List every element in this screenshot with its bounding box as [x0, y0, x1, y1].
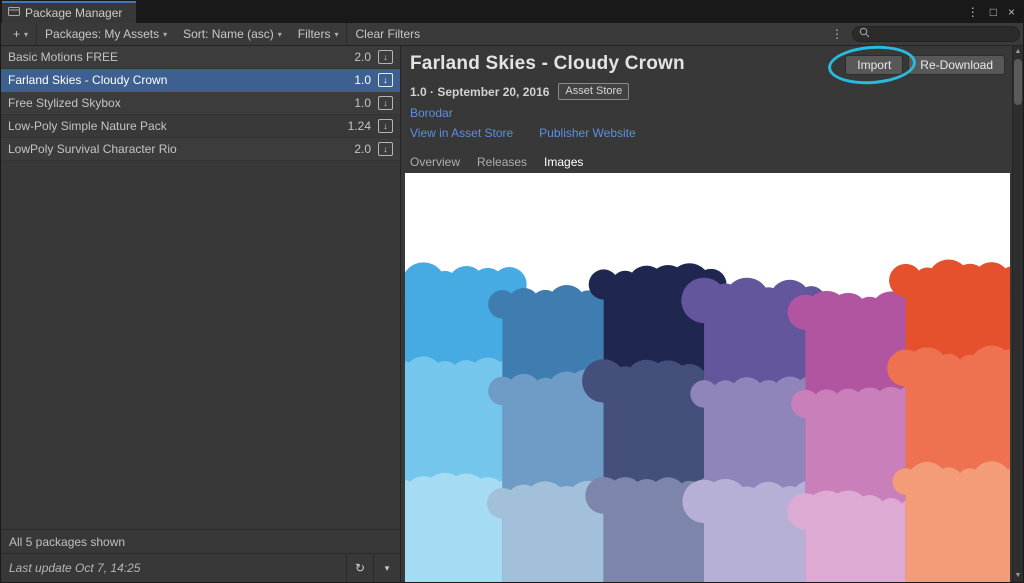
window-controls: ⋮ □ ×: [967, 1, 1023, 23]
publisher-row: Borodar: [410, 106, 1004, 120]
import-button[interactable]: Import: [845, 55, 904, 75]
refresh-options-button[interactable]: ▾: [373, 554, 400, 582]
package-name: Farland Skies - Cloudy Crown: [8, 73, 168, 87]
package-version: 2.0: [354, 50, 371, 64]
packages-filter-label: Packages: My Assets: [45, 27, 160, 41]
chevron-down-icon: ▾: [277, 29, 282, 39]
clear-filters-label: Clear Filters: [355, 27, 421, 41]
tab-overview[interactable]: Overview: [410, 155, 460, 175]
search-input[interactable]: [874, 28, 1016, 40]
window-tab-icon: [8, 6, 20, 20]
chevron-down-icon: ▾: [384, 562, 390, 573]
package-manager-tab[interactable]: Package Manager: [2, 1, 137, 23]
version-row: 1.0 · September 20, 2016 Asset Store: [410, 83, 1004, 100]
chevron-down-icon: ▾: [334, 29, 339, 39]
clear-filters-button[interactable]: Clear Filters: [347, 23, 428, 45]
list-item[interactable]: Free Stylized Skybox 1.0 ↓: [1, 92, 400, 115]
package-version: 1.0: [354, 73, 371, 87]
preview-image: [405, 173, 1010, 582]
list-item[interactable]: LowPoly Survival Character Rio 2.0 ↓: [1, 138, 400, 161]
download-icon[interactable]: ↓: [378, 142, 393, 156]
publisher-link[interactable]: Borodar: [410, 106, 453, 120]
package-name: Low-Poly Simple Nature Pack: [8, 119, 167, 133]
sort-dropdown[interactable]: Sort: Name (asc) ▾: [175, 23, 290, 45]
package-name: LowPoly Survival Character Rio: [8, 142, 177, 156]
list-item[interactable]: Low-Poly Simple Nature Pack 1.24 ↓: [1, 115, 400, 138]
package-name: Free Stylized Skybox: [8, 96, 121, 110]
package-version: 2.0: [354, 142, 371, 156]
refresh-icon: ↻: [354, 561, 366, 575]
scroll-down-icon[interactable]: ▼: [1013, 570, 1023, 582]
detail-panel: Farland Skies - Cloudy Crown Import Re-D…: [402, 42, 1012, 582]
search-box[interactable]: [852, 26, 1020, 42]
package-list: Basic Motions FREE 2.0 ↓ Farland Skies - Cl…: [1, 46, 400, 529]
asset-store-badge: Asset Store: [558, 83, 630, 100]
download-icon[interactable]: ↓: [378, 73, 393, 87]
window-menu-icon[interactable]: ⋮: [967, 5, 979, 19]
package-count-status: All 5 packages shown: [1, 529, 400, 553]
tab-images[interactable]: Images: [544, 155, 584, 175]
view-in-asset-store-link[interactable]: View in Asset Store: [410, 126, 513, 140]
cloudy-crown-preview: [405, 173, 1010, 582]
download-icon[interactable]: ↓: [378, 119, 393, 133]
packages-filter-dropdown[interactable]: Packages: My Assets ▾: [37, 23, 175, 45]
last-update-label: Last update Oct 7, 14:25: [9, 561, 141, 575]
detail-tabs: Overview Releases Images: [410, 155, 1004, 175]
chevron-down-icon: ▾: [163, 29, 168, 39]
window-title: Package Manager: [25, 6, 123, 20]
import-button-wrap: Import: [827, 42, 918, 88]
vertical-scrollbar[interactable]: ▲ ▼: [1012, 46, 1023, 582]
maximize-icon[interactable]: □: [990, 5, 997, 19]
download-icon[interactable]: ↓: [378, 50, 393, 64]
sort-label: Sort: Name (asc): [183, 27, 274, 41]
package-version: 1.24: [347, 119, 371, 133]
scrollbar-thumb[interactable]: [1014, 59, 1022, 105]
tab-releases[interactable]: Releases: [477, 155, 527, 175]
add-package-button[interactable]: + ▾: [5, 23, 36, 45]
publisher-website-link[interactable]: Publisher Website: [539, 126, 636, 140]
refresh-button[interactable]: ↻: [346, 554, 373, 582]
package-list-panel: Basic Motions FREE 2.0 ↓ Farland Skies - Cl…: [1, 46, 401, 582]
header-buttons: Import Re-Download: [827, 42, 1005, 88]
list-item[interactable]: Farland Skies - Cloudy Crown 1.0 ↓: [1, 69, 400, 92]
detail-header: Farland Skies - Cloudy Crown Import Re-D…: [402, 42, 1012, 175]
redownload-button[interactable]: Re-Download: [908, 55, 1005, 75]
more-options-icon[interactable]: ⋮: [829, 27, 845, 41]
close-icon[interactable]: ×: [1008, 5, 1015, 19]
filters-label: Filters: [297, 27, 331, 41]
search-icon: [859, 27, 870, 41]
chevron-down-icon: ▾: [24, 29, 29, 39]
filters-dropdown[interactable]: Filters ▾: [290, 23, 347, 45]
toolbar-right: ⋮: [829, 26, 1023, 42]
package-name: Basic Motions FREE: [8, 50, 119, 64]
list-item[interactable]: Basic Motions FREE 2.0 ↓: [1, 46, 400, 69]
scroll-up-icon[interactable]: ▲: [1013, 46, 1023, 58]
toolbar: + ▾ Packages: My Assets ▾ Sort: Name (as…: [1, 23, 1023, 46]
package-manager-window: Package Manager ⋮ □ × + ▾ Packages: My A…: [0, 0, 1024, 583]
version-date: 1.0 · September 20, 2016: [410, 84, 550, 99]
package-version: 1.0: [354, 96, 371, 110]
last-update-bar: Last update Oct 7, 14:25 ↻ ▾: [1, 553, 400, 582]
title-bar: Package Manager ⋮ □ ×: [1, 1, 1023, 23]
download-icon[interactable]: ↓: [378, 96, 393, 110]
plus-icon: +: [13, 27, 21, 41]
links-row: View in Asset Store Publisher Website: [410, 126, 1004, 140]
refresh-controls: ↻ ▾: [346, 554, 400, 582]
